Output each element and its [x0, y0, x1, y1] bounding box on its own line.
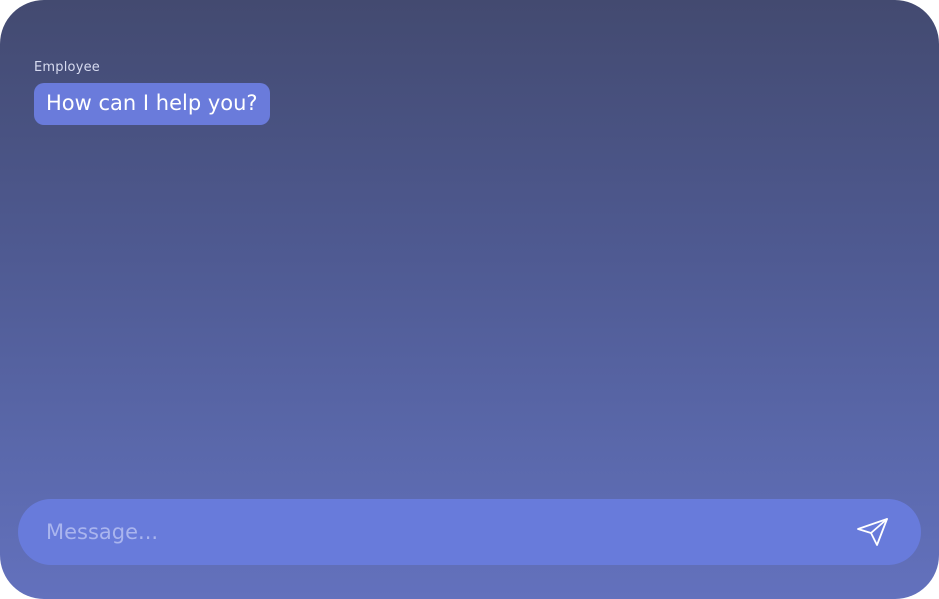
message-composer [18, 499, 921, 565]
chat-window: Employee How can I help you? [0, 0, 939, 599]
paper-plane-icon [856, 517, 890, 547]
sender-label: Employee [34, 60, 100, 75]
message-input[interactable] [18, 499, 847, 565]
send-button[interactable] [847, 506, 899, 558]
message-bubble: How can I help you? [34, 83, 270, 125]
message-group: Employee How can I help you? [34, 60, 270, 125]
